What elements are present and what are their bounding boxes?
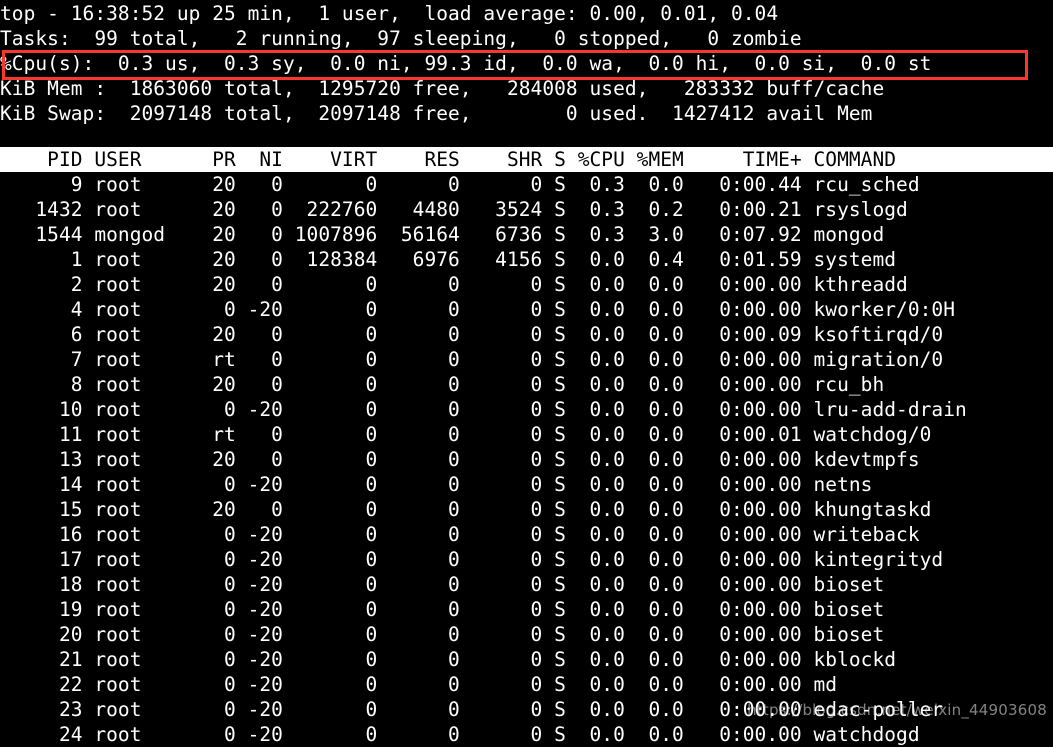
process-row[interactable]: 10 root 0 -20 0 0 0 S 0.0 0.0 0:00.00 lr… <box>0 397 1053 422</box>
uptime-line: top - 16:38:52 up 25 min, 1 user, load a… <box>0 2 779 25</box>
memory-line: KiB Mem : 1863060 total, 1295720 free, 2… <box>0 77 885 100</box>
process-row[interactable]: 20 root 0 -20 0 0 0 S 0.0 0.0 0:00.00 bi… <box>0 622 1053 647</box>
process-table-header: PID USER PR NI VIRT RES SHR S %CPU %MEM … <box>0 147 1053 172</box>
process-row[interactable]: 17 root 0 -20 0 0 0 S 0.0 0.0 0:00.00 ki… <box>0 547 1053 572</box>
process-row[interactable]: 13 root 20 0 0 0 0 S 0.0 0.0 0:00.00 kde… <box>0 447 1053 472</box>
process-row[interactable]: 6 root 20 0 0 0 0 S 0.0 0.0 0:00.09 ksof… <box>0 322 1053 347</box>
process-row[interactable]: 16 root 0 -20 0 0 0 S 0.0 0.0 0:00.00 wr… <box>0 522 1053 547</box>
process-row[interactable]: 1544 mongod 20 0 1007896 56164 6736 S 0.… <box>0 222 1053 247</box>
top-summary-area: top - 16:38:52 up 25 min, 1 user, load a… <box>0 0 1053 126</box>
process-row[interactable]: 24 root 0 -20 0 0 0 S 0.0 0.0 0:00.00 wa… <box>0 722 1053 747</box>
process-row[interactable]: 1432 root 20 0 222760 4480 3524 S 0.3 0.… <box>0 197 1053 222</box>
process-row[interactable]: 1 root 20 0 128384 6976 4156 S 0.0 0.4 0… <box>0 247 1053 272</box>
process-row[interactable]: 11 root rt 0 0 0 0 S 0.0 0.0 0:00.01 wat… <box>0 422 1053 447</box>
process-row[interactable]: 18 root 0 -20 0 0 0 S 0.0 0.0 0:00.00 bi… <box>0 572 1053 597</box>
process-row[interactable]: 9 root 20 0 0 0 0 S 0.3 0.0 0:00.44 rcu_… <box>0 172 1053 197</box>
tasks-line: Tasks: 99 total, 2 running, 97 sleeping,… <box>0 27 802 50</box>
process-row[interactable]: 22 root 0 -20 0 0 0 S 0.0 0.0 0:00.00 md <box>0 672 1053 697</box>
cpu-usage-line: %Cpu(s): 0.3 us, 0.3 sy, 0.0 ni, 99.3 id… <box>0 52 932 75</box>
process-row[interactable]: 2 root 20 0 0 0 0 S 0.0 0.0 0:00.00 kthr… <box>0 272 1053 297</box>
process-row[interactable]: 19 root 0 -20 0 0 0 S 0.0 0.0 0:00.00 bi… <box>0 597 1053 622</box>
summary-table-spacer <box>0 126 1053 147</box>
process-row[interactable]: 4 root 0 -20 0 0 0 S 0.0 0.0 0:00.00 kwo… <box>0 297 1053 322</box>
process-row[interactable]: 21 root 0 -20 0 0 0 S 0.0 0.0 0:00.00 kb… <box>0 647 1053 672</box>
terminal-window[interactable]: top - 16:38:52 up 25 min, 1 user, load a… <box>0 0 1053 747</box>
process-table-body[interactable]: 9 root 20 0 0 0 0 S 0.3 0.0 0:00.44 rcu_… <box>0 172 1053 747</box>
process-row[interactable]: 15 root 20 0 0 0 0 S 0.0 0.0 0:00.00 khu… <box>0 497 1053 522</box>
process-row[interactable]: 23 root 0 -20 0 0 0 S 0.0 0.0 0:00.00 ed… <box>0 697 1053 722</box>
process-row[interactable]: 14 root 0 -20 0 0 0 S 0.0 0.0 0:00.00 ne… <box>0 472 1053 497</box>
swap-line: KiB Swap: 2097148 total, 2097148 free, 0… <box>0 102 873 125</box>
process-row[interactable]: 8 root 20 0 0 0 0 S 0.0 0.0 0:00.00 rcu_… <box>0 372 1053 397</box>
process-row[interactable]: 7 root rt 0 0 0 0 S 0.0 0.0 0:00.00 migr… <box>0 347 1053 372</box>
